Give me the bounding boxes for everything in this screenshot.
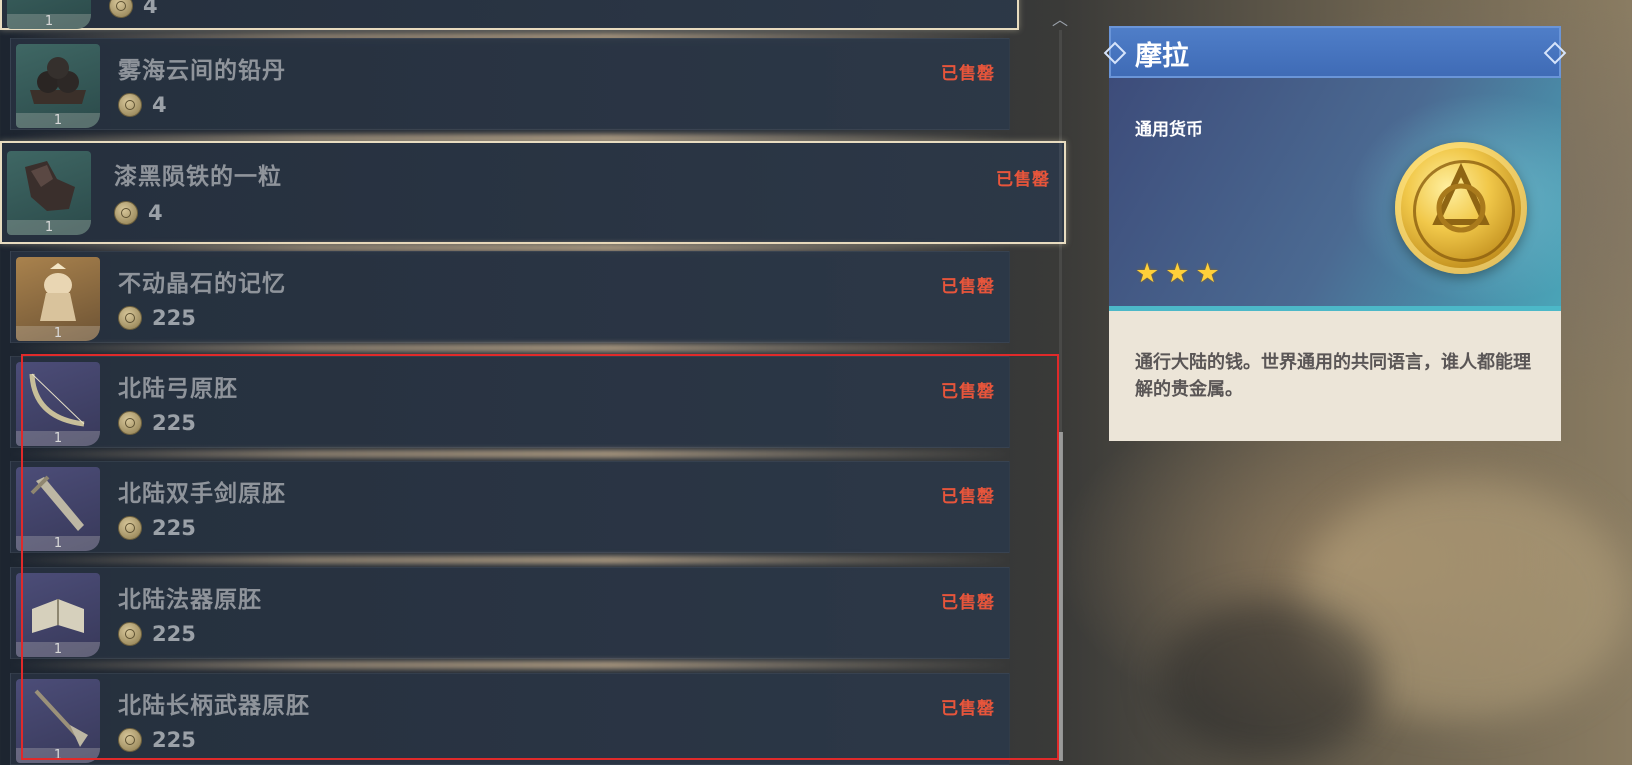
mora-coin-icon: [118, 306, 142, 330]
mora-coin-icon: [114, 201, 138, 225]
item-price: 225: [118, 304, 196, 332]
diamond-ornament-icon: [1103, 41, 1127, 65]
scroll-up-icon[interactable]: ︿: [1052, 6, 1068, 30]
item-thumbnail: 1: [7, 0, 91, 29]
shop-item-row[interactable]: 1 不动晶石的记忆 225 已售罄: [10, 251, 1010, 343]
item-name: 漆黑陨铁的一粒: [114, 164, 282, 190]
mora-coin-icon: [1395, 142, 1527, 274]
item-detail-card: 摩拉 通用货币 ★ ★ ★ 通行大陆的钱。世界通用的共同语言，谁人都能理解的贵金…: [1103, 26, 1567, 441]
item-thumbnail: 1: [16, 44, 100, 128]
price-value: 4: [148, 201, 163, 225]
cannonballs-icon: [30, 57, 86, 104]
item-name: 雾海云间的铅丹: [118, 58, 286, 84]
mora-coin-icon: [118, 93, 142, 117]
highlight-box: [21, 354, 1059, 760]
price-value: 4: [152, 93, 167, 117]
item-price: 4: [114, 199, 163, 227]
price-value: 225: [152, 306, 196, 330]
item-count: 1: [7, 14, 91, 29]
sold-out-badge: 已售罄: [941, 64, 995, 84]
item-count: 1: [16, 326, 100, 341]
shop-item-row-selected[interactable]: 1 漆黑陨铁的一粒 4 已售罄: [0, 141, 1066, 244]
scrollbar-thumb[interactable]: [1059, 432, 1063, 761]
sold-out-badge: 已售罄: [941, 277, 995, 297]
item-type: 通用货币: [1135, 120, 1203, 140]
star-icon: ★: [1135, 258, 1160, 289]
item-thumbnail: 1: [16, 257, 100, 341]
price-value: 4: [143, 0, 158, 18]
mora-coin-icon: [109, 0, 133, 18]
star-icon: ★: [1195, 258, 1220, 289]
diamond-ornament-icon: [1543, 41, 1567, 65]
divider: [10, 344, 1010, 352]
item-art: 通用货币 ★ ★ ★: [1109, 78, 1561, 311]
item-name: 不动晶石的记忆: [118, 271, 286, 297]
item-description: 通行大陆的钱。世界通用的共同语言，谁人都能理解的贵金属。: [1135, 352, 1531, 400]
shop-item-row[interactable]: 1 4: [0, 0, 1019, 30]
background-blur: [1160, 600, 1380, 760]
sold-out-badge: 已售罄: [996, 170, 1050, 190]
item-title: 摩拉: [1135, 41, 1189, 72]
crystal-memory-icon: [40, 263, 76, 321]
shop-item-list: 1 4 1 雾海云间的铅丹 4 已售罄 1 漆黑陨铁的一粒 4 已售罄 1 不动…: [0, 0, 1068, 765]
item-count: 1: [16, 113, 100, 128]
shop-item-row[interactable]: 1 雾海云间的铅丹 4 已售罄: [10, 38, 1010, 130]
star-icon: ★: [1165, 258, 1190, 289]
iron-chunk-icon: [25, 161, 75, 211]
item-title-bar: 摩拉: [1103, 26, 1567, 78]
rarity-stars: ★ ★ ★: [1135, 260, 1220, 287]
item-price: 4: [118, 91, 167, 119]
item-price: 4: [109, 0, 158, 20]
item-count: 1: [7, 220, 91, 235]
item-thumbnail: 1: [7, 151, 91, 235]
item-description-panel: 通行大陆的钱。世界通用的共同语言，谁人都能理解的贵金属。: [1109, 311, 1561, 441]
